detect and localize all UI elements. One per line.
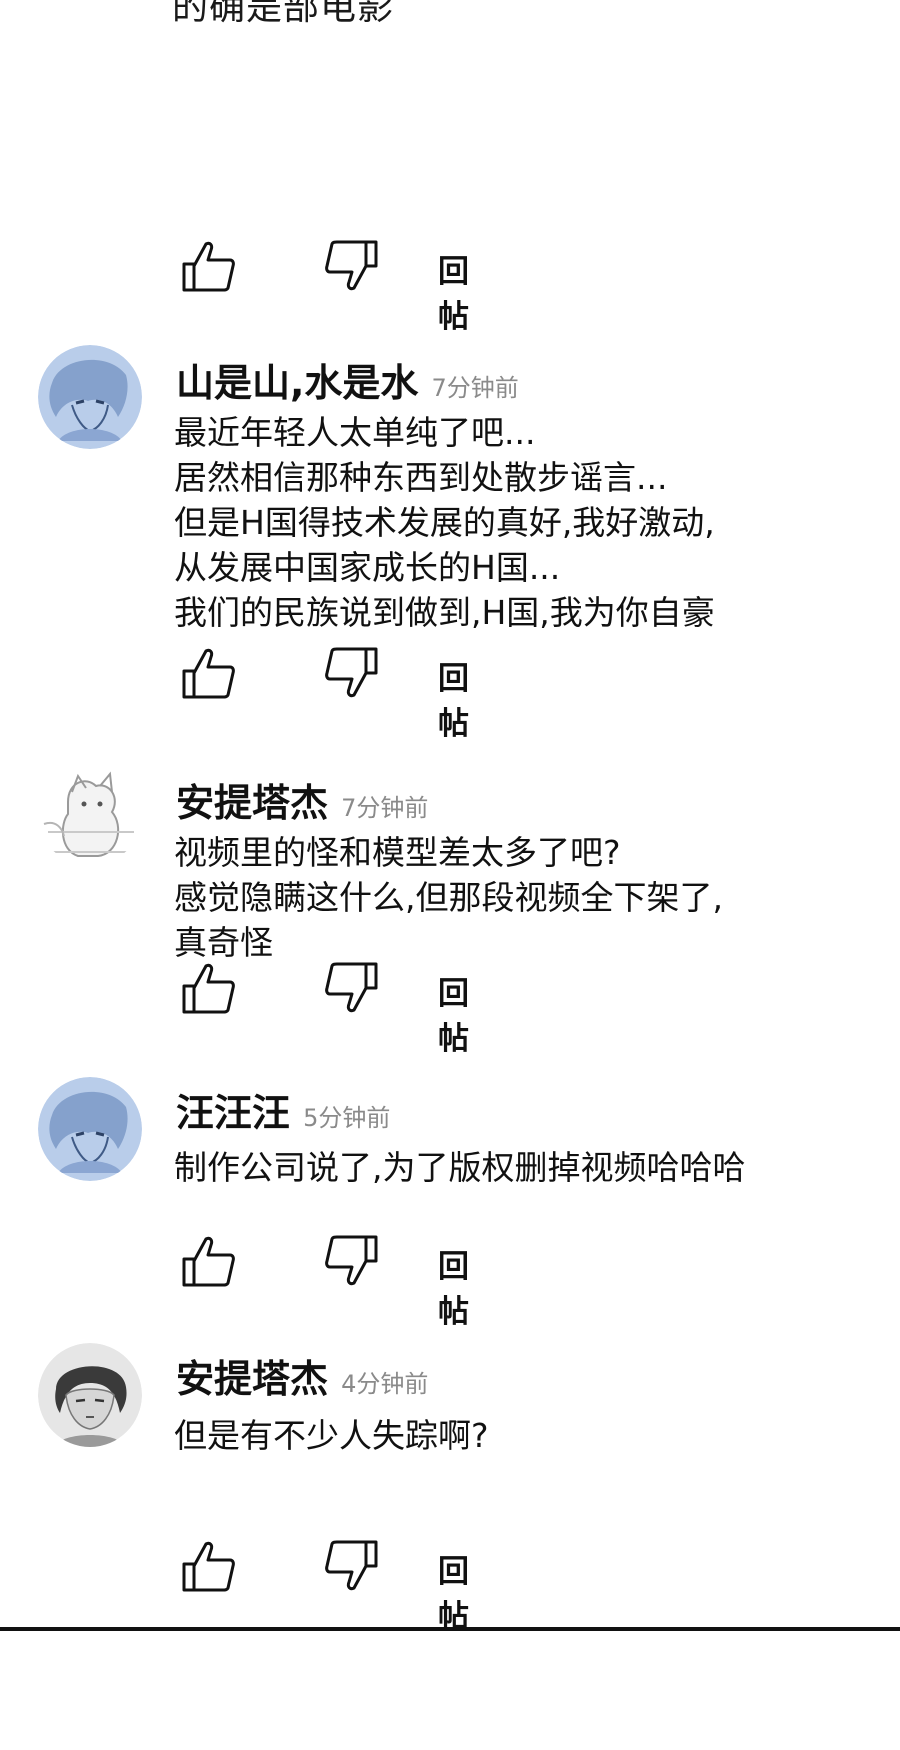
reply-button[interactable]: 回帖	[438, 1546, 469, 1636]
username[interactable]: 安提塔杰	[176, 1357, 328, 1401]
comment-text: 但是有不少人失踪啊?	[174, 1416, 489, 1455]
comment-header: 汪汪汪 5分钟前	[176, 1082, 390, 1137]
thumbs-up-icon[interactable]	[180, 238, 236, 294]
avatar[interactable]	[38, 1343, 142, 1447]
reply-button[interactable]: 回帖	[438, 968, 469, 1058]
comment-text: 视频里的怪和模型差太多了吧? 感觉隐瞒这什么,但那段视频全下架了, 真奇怪	[174, 833, 723, 962]
thumbs-up-icon[interactable]	[180, 1538, 236, 1594]
thumbs-down-icon[interactable]	[324, 238, 380, 294]
comment-header: 安提塔杰 7分钟前	[176, 772, 428, 827]
reply-button[interactable]: 回帖	[438, 1241, 469, 1331]
timestamp: 5分钟前	[303, 1104, 391, 1132]
reply-button[interactable]: 回帖	[438, 653, 469, 743]
avatar[interactable]	[38, 762, 142, 866]
username[interactable]: 山是山,水是水	[176, 361, 418, 405]
thumbs-down-icon[interactable]	[324, 1538, 380, 1594]
username[interactable]: 汪汪汪	[176, 1091, 290, 1135]
avatar[interactable]	[38, 1077, 142, 1181]
thumbs-up-icon[interactable]	[180, 1233, 236, 1289]
comment-text: 制作公司说了,为了版权删掉视频哈哈哈	[174, 1148, 746, 1187]
previous-comment-text-fragment: 的确是部电影	[172, 0, 395, 28]
timestamp: 7分钟前	[431, 374, 519, 402]
thumbs-up-icon[interactable]	[180, 645, 236, 701]
comment-header: 安提塔杰 4分钟前	[176, 1348, 428, 1403]
timestamp: 4分钟前	[341, 1370, 429, 1398]
username[interactable]: 安提塔杰	[176, 781, 328, 825]
thumbs-down-icon[interactable]	[324, 1233, 380, 1289]
reply-button[interactable]: 回帖	[438, 246, 469, 336]
thumbs-down-icon[interactable]	[324, 960, 380, 1016]
panel-divider	[0, 1627, 900, 1631]
comment-text: 最近年轻人太单纯了吧... 居然相信那种东西到处散步谣言... 但是H国得技术发…	[174, 413, 715, 632]
timestamp: 7分钟前	[341, 794, 429, 822]
thumbs-up-icon[interactable]	[180, 960, 236, 1016]
comment-header: 山是山,水是水 7分钟前	[176, 352, 519, 407]
thumbs-down-icon[interactable]	[324, 645, 380, 701]
avatar[interactable]	[38, 345, 142, 449]
